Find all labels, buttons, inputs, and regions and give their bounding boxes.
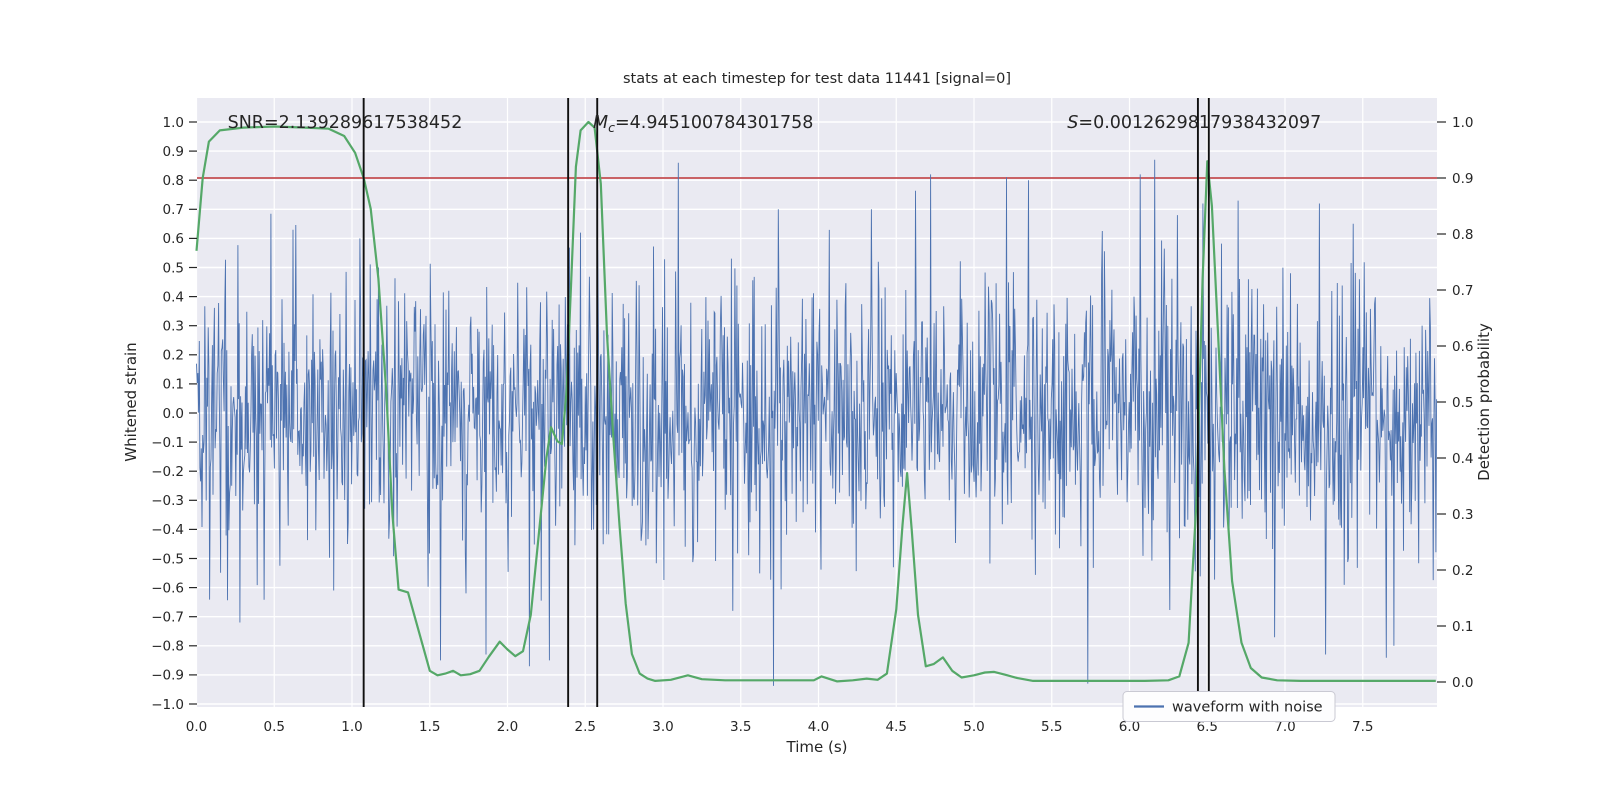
left-tick-label: −0.1 xyxy=(151,435,184,451)
x-tick-label: 1.5 xyxy=(419,719,440,735)
x-tick-label: 4.0 xyxy=(808,719,829,735)
right-tick-label: 0.4 xyxy=(1452,451,1473,467)
left-tick-label: −0.9 xyxy=(151,668,184,684)
x-tick-label: 4.5 xyxy=(886,719,907,735)
x-tick-label: 3.5 xyxy=(730,719,751,735)
left-tick-label: 0.8 xyxy=(163,173,184,189)
right-tick-label: 1.0 xyxy=(1452,115,1473,131)
left-tick-label: −1.0 xyxy=(151,697,184,713)
x-tick-label: 0.5 xyxy=(264,719,285,735)
x-axis-label: Time (s) xyxy=(786,738,848,756)
left-tick-label: 0.9 xyxy=(163,144,184,160)
left-tick-label: 1.0 xyxy=(163,115,184,131)
annotation-layer: SNR=2.139289617538452 Mc=4.94510078430175… xyxy=(228,113,1322,135)
stat-annotation: S=0.0012629817938432097 xyxy=(1067,113,1321,133)
left-tick-label: −0.8 xyxy=(151,639,184,655)
right-tick-label: 0.8 xyxy=(1452,227,1473,243)
left-tick-label: −0.6 xyxy=(151,580,184,596)
right-tick-label: 0.0 xyxy=(1452,675,1473,691)
x-tick-label: 2.5 xyxy=(575,719,596,735)
stats-figure: 1.0 0.9 0.8 0.7 0.6 0.5 0.4 0.3 0.2 0.1 0.0 −0.1 −0.… xyxy=(0,0,1600,800)
right-tick-label: 0.6 xyxy=(1452,339,1473,355)
left-tick-label: 0.3 xyxy=(163,319,184,335)
stat-annotation: SNR=2.139289617538452 xyxy=(228,113,463,133)
right-tick-label: 0.2 xyxy=(1452,563,1473,579)
left-tick-label: −0.2 xyxy=(151,464,184,480)
left-tick-label: 0.7 xyxy=(163,202,184,218)
right-tick-label: 0.7 xyxy=(1452,283,1473,299)
stat-annotation: Mc=4.945100784301758 xyxy=(593,113,813,135)
left-tick-label: 0.1 xyxy=(163,377,184,393)
left-tick-label: 0.4 xyxy=(163,289,184,305)
left-tick-label: −0.7 xyxy=(151,610,184,626)
legend: waveform with noise xyxy=(1122,691,1336,722)
left-tick-label: 0.5 xyxy=(163,260,184,276)
left-tick-label: −0.4 xyxy=(151,522,184,538)
left-tick-label: −0.5 xyxy=(151,551,184,567)
stats-chart: 1.0 0.9 0.8 0.7 0.6 0.5 0.4 0.3 0.2 0.1 0.0 −0.1 −0.… xyxy=(122,71,1493,756)
left-tick-label: 0.0 xyxy=(163,406,184,422)
x-tick-label: 2.0 xyxy=(497,719,518,735)
right-axis-label: Detection probability xyxy=(1475,323,1493,481)
right-tick-label: 0.5 xyxy=(1452,395,1473,411)
right-tick-label: 0.1 xyxy=(1452,619,1473,635)
right-tick-label: 0.3 xyxy=(1452,507,1473,523)
x-tick-label: 3.0 xyxy=(652,719,673,735)
left-axis-label: Whitened strain xyxy=(122,342,140,461)
left-tick-label: 0.6 xyxy=(163,231,184,247)
x-tick-label: 7.5 xyxy=(1352,719,1373,735)
x-tick-label: 5.5 xyxy=(1041,719,1062,735)
left-tick-label: −0.3 xyxy=(151,493,184,509)
chart-title: stats at each timestep for test data 114… xyxy=(623,71,1011,87)
x-tick-label: 1.0 xyxy=(341,719,362,735)
x-tick-label: 5.0 xyxy=(963,719,984,735)
x-tick-label: 0.0 xyxy=(186,719,207,735)
right-tick-label: 0.9 xyxy=(1452,171,1473,187)
legend-label: waveform with noise xyxy=(1172,700,1323,716)
left-tick-label: 0.2 xyxy=(163,348,184,364)
